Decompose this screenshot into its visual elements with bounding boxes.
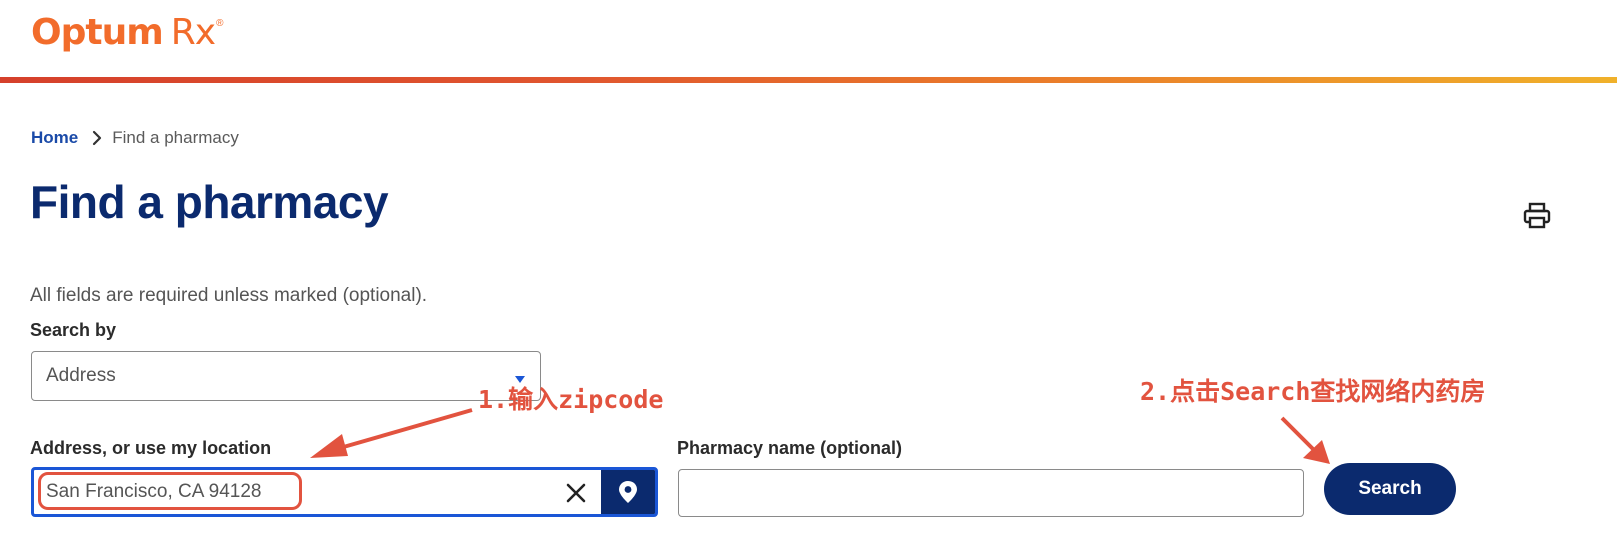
annotation-arrow-1-head <box>310 434 348 458</box>
logo-registered-mark: ® <box>216 18 224 29</box>
annotation-arrow-2 <box>1280 416 1316 452</box>
pharmacy-name-field <box>678 469 1304 517</box>
required-fields-note: All fields are required unless marked (o… <box>30 285 428 306</box>
optum-rx-logo[interactable]: Optum Rx ® <box>31 12 223 53</box>
annotation-step2: 2.点击Search查找网络内药房 <box>1140 377 1486 406</box>
header-gradient-stripe <box>0 77 1617 83</box>
breadcrumb-home-link[interactable]: Home <box>31 128 78 148</box>
search-by-select[interactable]: Address <box>31 351 541 401</box>
breadcrumb-current: Find a pharmacy <box>112 128 239 147</box>
map-pin-icon <box>619 481 637 503</box>
annotation-step1: 1.输入zipcode <box>478 385 664 414</box>
close-icon[interactable] <box>562 479 590 507</box>
annotation-arrow-1 <box>339 408 473 450</box>
search-by-selected-value: Address <box>46 365 116 386</box>
search-button[interactable]: Search <box>1324 463 1456 515</box>
pharmacy-name-label: Pharmacy name (optional) <box>677 438 903 458</box>
logo-product: Rx <box>170 12 216 53</box>
page-title: Find a pharmacy <box>30 176 389 228</box>
search-by-label: Search by <box>30 320 117 340</box>
printer-icon[interactable] <box>1522 202 1552 230</box>
site-header: Optum Rx ® <box>0 0 1617 86</box>
use-my-location-button[interactable] <box>601 470 655 514</box>
pharmacy-name-input[interactable] <box>679 470 1303 516</box>
annotation-arrow-2-head <box>1303 440 1330 464</box>
zipcode-highlight-outline <box>38 472 302 510</box>
breadcrumb: Home Find a pharmacy <box>31 128 239 148</box>
chevron-right-icon <box>88 129 106 147</box>
address-label: Address, or use my location <box>30 438 272 458</box>
page: Optum Rx ® Home Find a pharmacy Find a p… <box>0 0 1617 557</box>
logo-brand: Optum <box>31 12 164 53</box>
